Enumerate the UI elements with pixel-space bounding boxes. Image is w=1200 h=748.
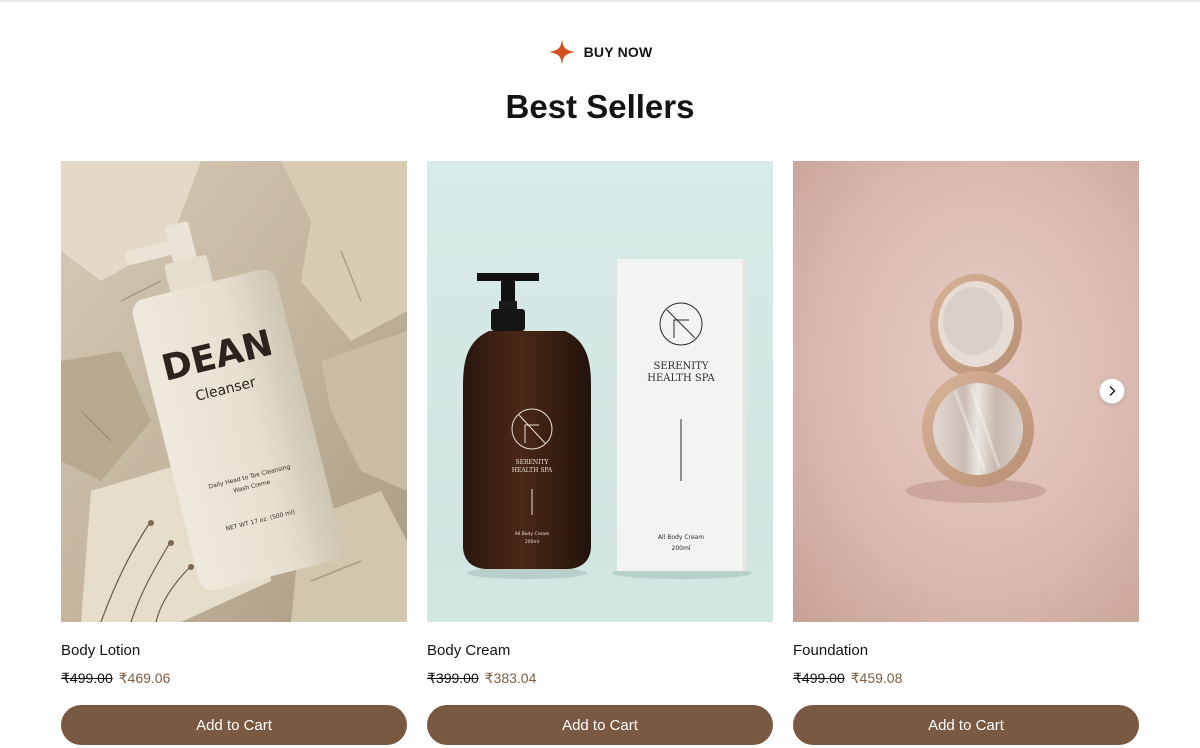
product-name[interactable]: Body Lotion (61, 642, 407, 662)
product-card-foundation[interactable]: Foundation ₹499.00 ₹459.08 Add to Cart (793, 161, 1139, 745)
buy-now-label[interactable]: BUY NOW (584, 44, 653, 60)
sparkle-star-icon (548, 39, 575, 65)
original-price: ₹499.00 (61, 670, 113, 686)
product-image-body-lotion[interactable]: DEAN Cleanser Daily Head to Toe Cleansin… (61, 161, 407, 622)
carousel-next-button[interactable] (1099, 378, 1125, 404)
price-row: ₹499.00 ₹459.08 (793, 670, 1139, 690)
product-image-foundation[interactable] (793, 161, 1139, 622)
image-text-health-spa-bottle: HEALTH SPA (512, 467, 553, 474)
sale-price: ₹469.06 (118, 670, 171, 686)
original-price: ₹399.00 (427, 670, 479, 686)
image-text-200ml-box: 200ml (672, 545, 691, 552)
image-text-200ml-bottle: 200ml (525, 539, 539, 545)
product-card-body-lotion[interactable]: DEAN Cleanser Daily Head to Toe Cleansin… (61, 161, 407, 745)
image-text-all-body-cream-bottle: All Body Cream (515, 531, 550, 537)
header-divider (0, 0, 1200, 2)
image-text-serenity-bottle: SERENITY (516, 459, 550, 466)
add-to-cart-button[interactable]: Add to Cart (793, 705, 1139, 745)
add-to-cart-button[interactable]: Add to Cart (427, 705, 773, 745)
image-text-health-spa-box: HEALTH SPA (647, 373, 715, 384)
product-name[interactable]: Foundation (793, 642, 1139, 662)
chevron-right-icon (1109, 386, 1116, 396)
product-name[interactable]: Body Cream (427, 642, 773, 662)
image-text-all-body-cream-box: All Body Cream (658, 534, 704, 541)
image-text-serenity-box: SERENITY (654, 361, 709, 372)
add-to-cart-button[interactable]: Add to Cart (61, 705, 407, 745)
price-row: ₹399.00 ₹383.04 (427, 670, 773, 690)
price-row: ₹499.00 ₹469.06 (61, 670, 407, 690)
sale-price: ₹383.04 (484, 670, 537, 686)
original-price: ₹499.00 (793, 670, 845, 686)
product-card-body-cream[interactable]: SERENITY HEALTH SPA All Body Cream 200ml… (427, 161, 773, 745)
section-title: Best Sellers (505, 88, 695, 125)
sale-price: ₹459.08 (850, 670, 903, 686)
buy-now-eyebrow[interactable]: BUY NOW (0, 38, 1200, 66)
product-image-body-cream[interactable]: SERENITY HEALTH SPA All Body Cream 200ml… (427, 161, 773, 622)
